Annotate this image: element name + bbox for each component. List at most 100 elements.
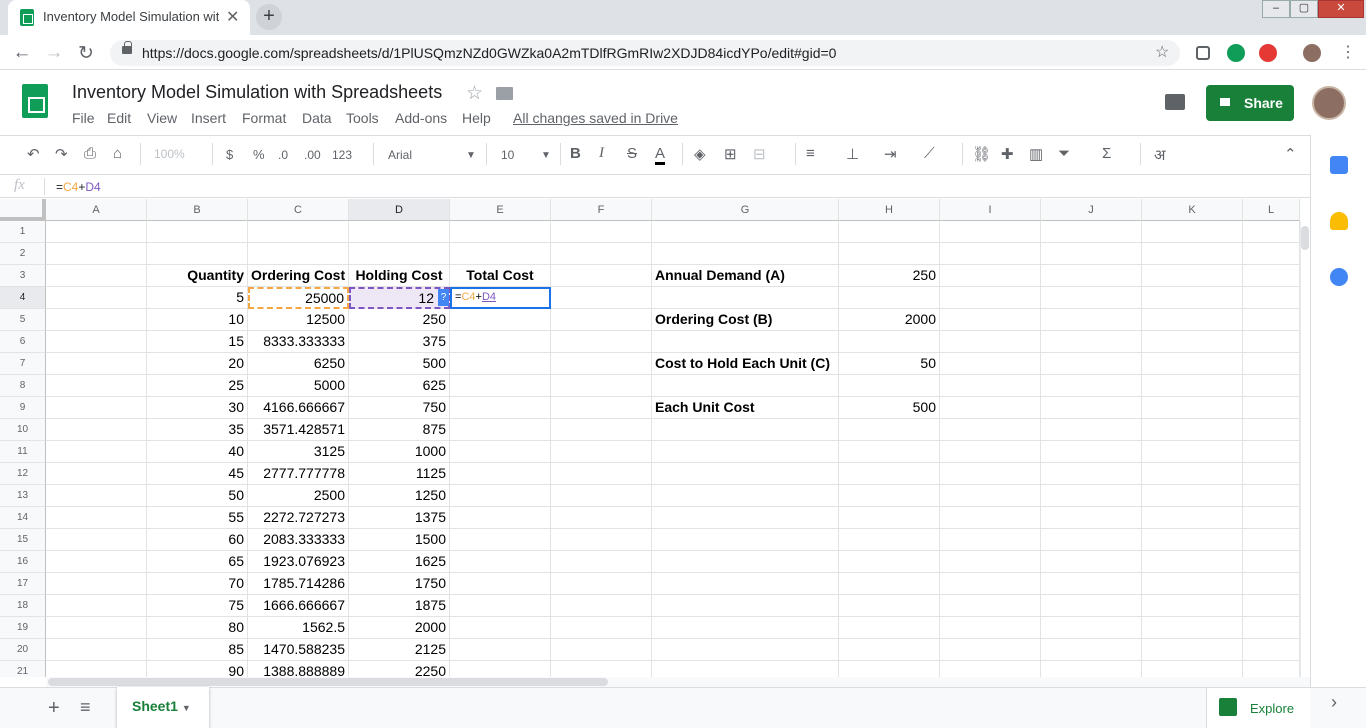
row-header-18[interactable]: 18 xyxy=(0,595,46,617)
cell[interactable] xyxy=(147,243,248,265)
cell[interactable] xyxy=(46,309,147,331)
cell[interactable] xyxy=(839,463,940,485)
row-header-17[interactable]: 17 xyxy=(0,573,46,595)
cell-quantity[interactable]: 40 xyxy=(147,441,248,463)
show-side-panel-icon[interactable]: › xyxy=(1331,692,1337,713)
cell[interactable] xyxy=(1142,397,1243,419)
row-header-16[interactable]: 16 xyxy=(0,551,46,573)
cell-holding-cost[interactable]: 875 xyxy=(349,419,450,441)
cell-holding-cost[interactable]: 1375 xyxy=(349,507,450,529)
cell-ordering-cost[interactable]: 1785.714286 xyxy=(248,573,349,595)
cell-quantity[interactable]: 25 xyxy=(147,375,248,397)
cell[interactable] xyxy=(1243,397,1300,419)
lock-icon[interactable] xyxy=(122,41,132,54)
cell-holding-cost[interactable]: 500 xyxy=(349,353,450,375)
currency-button[interactable]: $ xyxy=(226,147,233,162)
menu-tools[interactable]: Tools xyxy=(346,110,379,126)
document-title[interactable]: Inventory Model Simulation with Spreadsh… xyxy=(72,82,442,103)
cell-ordering-cost[interactable]: 2083.333333 xyxy=(248,529,349,551)
cell[interactable] xyxy=(1142,331,1243,353)
cell[interactable] xyxy=(450,243,551,265)
cell[interactable] xyxy=(450,573,551,595)
menu-view[interactable]: View xyxy=(147,110,177,126)
bold-button[interactable]: B xyxy=(570,145,581,162)
cell[interactable] xyxy=(940,221,1041,243)
cell[interactable] xyxy=(1142,573,1243,595)
cell[interactable] xyxy=(1243,375,1300,397)
cell[interactable] xyxy=(551,309,652,331)
param-value[interactable]: 250 xyxy=(839,265,940,287)
reload-icon[interactable]: ↻ xyxy=(74,42,98,65)
functions-icon[interactable]: Σ xyxy=(1102,145,1111,162)
fill-color-icon[interactable]: ◈ xyxy=(694,145,706,163)
cell[interactable] xyxy=(652,617,839,639)
cell[interactable] xyxy=(450,419,551,441)
cell[interactable] xyxy=(551,463,652,485)
cell[interactable] xyxy=(1243,573,1300,595)
paint-format-icon[interactable]: ⌂ xyxy=(113,145,122,162)
row-header-20[interactable]: 20 xyxy=(0,639,46,661)
cell[interactable] xyxy=(450,397,551,419)
cell[interactable] xyxy=(450,441,551,463)
cell[interactable] xyxy=(551,243,652,265)
cell[interactable] xyxy=(450,309,551,331)
cell[interactable] xyxy=(839,287,940,309)
cell-holding-cost[interactable]: 2250 xyxy=(349,661,450,677)
cell[interactable] xyxy=(1243,309,1300,331)
cell[interactable] xyxy=(1142,507,1243,529)
cell[interactable] xyxy=(1142,221,1243,243)
cell[interactable] xyxy=(46,551,147,573)
cell[interactable] xyxy=(839,419,940,441)
cell[interactable] xyxy=(450,551,551,573)
cell-holding-cost[interactable]: 250 xyxy=(349,309,450,331)
vertical-scroll-thumb[interactable] xyxy=(1301,226,1309,250)
cell[interactable] xyxy=(46,595,147,617)
keep-icon[interactable] xyxy=(1330,212,1348,230)
decrease-decimal-button[interactable]: .0 xyxy=(278,148,288,162)
row-header-7[interactable]: 7 xyxy=(0,353,46,375)
cell[interactable] xyxy=(839,375,940,397)
font-size-select[interactable]: 10 xyxy=(501,148,514,162)
column-header-c[interactable]: C xyxy=(248,199,349,221)
cell[interactable] xyxy=(1243,617,1300,639)
row-header-3[interactable]: 3 xyxy=(0,265,46,287)
cell[interactable] xyxy=(551,573,652,595)
cell[interactable] xyxy=(1041,639,1142,661)
header-ordering-cost[interactable]: Ordering Cost xyxy=(248,265,349,287)
column-header-e[interactable]: E xyxy=(450,199,551,221)
param-value[interactable]: 50 xyxy=(839,353,940,375)
cell-quantity[interactable]: 70 xyxy=(147,573,248,595)
row-header-4[interactable]: 4 xyxy=(0,287,46,309)
menu-edit[interactable]: Edit xyxy=(107,110,131,126)
maximize-button[interactable]: ▢ xyxy=(1290,0,1318,18)
cell[interactable] xyxy=(940,617,1041,639)
cell[interactable] xyxy=(652,661,839,677)
add-sheet-icon[interactable]: + xyxy=(48,697,60,720)
cell[interactable] xyxy=(46,265,147,287)
cell[interactable] xyxy=(46,617,147,639)
sheet-menu-chevron-icon[interactable]: ▼ xyxy=(182,703,191,713)
cell-ordering-cost[interactable]: 25000 xyxy=(248,287,349,309)
cell[interactable] xyxy=(839,529,940,551)
insert-link-icon[interactable]: ⛓ xyxy=(972,145,991,163)
cell-holding-cost[interactable]: 2125 xyxy=(349,639,450,661)
cell-quantity[interactable]: 35 xyxy=(147,419,248,441)
header-total-cost[interactable]: Total Cost xyxy=(450,265,551,287)
cell[interactable] xyxy=(1041,617,1142,639)
cell[interactable] xyxy=(1041,309,1142,331)
column-header-h[interactable]: H xyxy=(839,199,940,221)
cell[interactable] xyxy=(839,661,940,677)
cell[interactable] xyxy=(1243,661,1300,677)
cell[interactable] xyxy=(940,573,1041,595)
more-formats-button[interactable]: 123 xyxy=(332,148,352,162)
cell[interactable] xyxy=(1041,221,1142,243)
row-header-13[interactable]: 13 xyxy=(0,485,46,507)
param-value[interactable]: 500 xyxy=(839,397,940,419)
cell[interactable] xyxy=(450,661,551,677)
cell[interactable] xyxy=(1142,551,1243,573)
cell[interactable] xyxy=(839,485,940,507)
cell[interactable] xyxy=(652,221,839,243)
cell[interactable] xyxy=(1142,265,1243,287)
column-header-k[interactable]: K xyxy=(1142,199,1243,221)
cell[interactable] xyxy=(551,331,652,353)
